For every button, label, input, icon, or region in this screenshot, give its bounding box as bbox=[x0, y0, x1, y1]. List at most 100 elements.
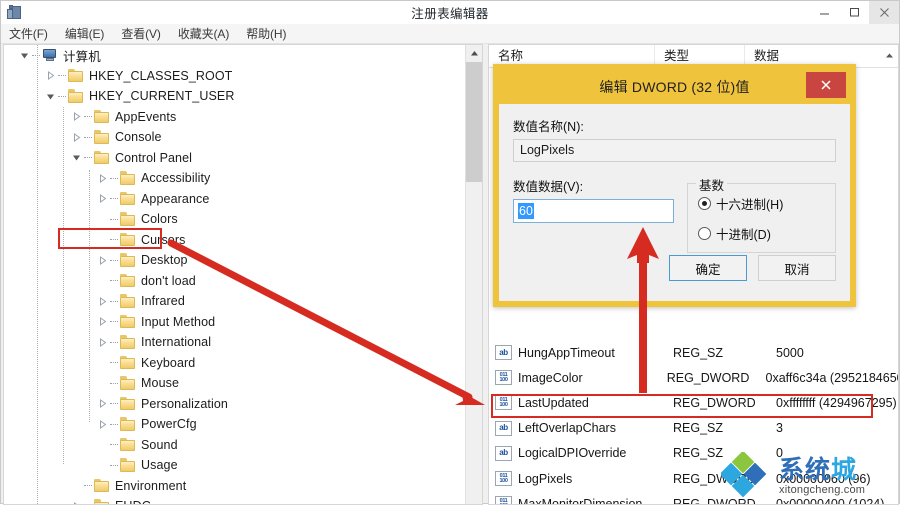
tree-item-personalization[interactable]: Personalization bbox=[4, 394, 465, 415]
radio-hexadecimal[interactable]: 十六进制(H) bbox=[698, 194, 827, 213]
folder-icon bbox=[120, 294, 136, 308]
chevron-right-icon[interactable] bbox=[96, 418, 109, 431]
diamond-logo-icon bbox=[721, 452, 767, 498]
tree-connector bbox=[109, 377, 120, 390]
tree-item-label: Control Panel bbox=[115, 150, 193, 165]
tree-item-control-panel[interactable]: Control Panel bbox=[4, 148, 465, 169]
base-legend: 基数 bbox=[696, 175, 728, 194]
menu-favorites[interactable]: 收藏夹(A) bbox=[178, 25, 230, 42]
chevron-right-icon[interactable] bbox=[70, 131, 83, 144]
tree-item-label: Environment bbox=[115, 478, 187, 493]
value-name-cell: LastUpdated bbox=[518, 395, 589, 410]
tree-item-label: Cursors bbox=[141, 232, 186, 247]
tree-scrollbar-thumb[interactable] bbox=[466, 62, 482, 182]
radio-decimal[interactable]: 十进制(D) bbox=[698, 224, 827, 243]
registry-editor-window: 注册表编辑器 文件(F) 编辑(E) 查看(V) 收藏夹(A) 帮助(H) 计算… bbox=[0, 0, 900, 505]
folder-icon bbox=[120, 396, 136, 411]
tree-item-hkey-current-user[interactable]: HKEY_CURRENT_USER bbox=[4, 86, 465, 107]
value-data-input[interactable]: 60 bbox=[513, 199, 674, 223]
tree-item-label: 计算机 bbox=[63, 49, 101, 64]
tree-item-don-t-load[interactable]: don't load bbox=[4, 271, 465, 292]
value-name-input[interactable]: LogPixels bbox=[513, 139, 836, 162]
value-type-cell: REG_DWORD bbox=[673, 395, 756, 410]
tree-connector bbox=[109, 254, 120, 267]
tree-item-label: Desktop bbox=[141, 253, 188, 268]
watermark-url: xitongcheng.com bbox=[779, 484, 866, 496]
tree-rows: 计算机 HKEY_CLASSES_ROOT HKEY_CURRENT_USER App… bbox=[4, 45, 465, 504]
cancel-button[interactable]: 取消 bbox=[758, 255, 836, 281]
tree-item-international[interactable]: International bbox=[4, 332, 465, 353]
folder-icon bbox=[120, 191, 136, 206]
ok-button[interactable]: 确定 bbox=[669, 255, 747, 281]
chevron-down-icon[interactable] bbox=[44, 90, 57, 103]
tree-item-powercfg[interactable]: PowerCfg bbox=[4, 414, 465, 435]
dialog-title: 编辑 DWORD (32 位)值 bbox=[599, 79, 750, 95]
value-name-cell: ImageColor bbox=[518, 370, 583, 385]
tree-item-mouse[interactable]: Mouse bbox=[4, 373, 465, 394]
string-value-icon: ab bbox=[495, 345, 512, 361]
tree-item-console[interactable]: Console bbox=[4, 127, 465, 148]
folder-icon bbox=[120, 335, 136, 349]
tree-connector bbox=[83, 110, 94, 123]
tree-item-appearance[interactable]: Appearance bbox=[4, 189, 465, 210]
tree-item-infrared[interactable]: Infrared bbox=[4, 291, 465, 312]
menu-view[interactable]: 查看(V) bbox=[121, 25, 161, 42]
chevron-right-icon[interactable] bbox=[96, 172, 109, 185]
chevron-down-icon[interactable] bbox=[18, 49, 31, 62]
scroll-up-arrow-icon[interactable] bbox=[466, 45, 482, 62]
radio-hexadecimal-icon bbox=[698, 197, 711, 210]
folder-icon bbox=[120, 232, 136, 247]
table-row[interactable]: ab HungAppTimeout REG_SZ 5000 bbox=[489, 340, 898, 365]
menu-bar: 文件(F) 编辑(E) 查看(V) 收藏夹(A) 帮助(H) bbox=[1, 24, 899, 44]
value-name-cell: HungAppTimeout bbox=[518, 345, 615, 360]
tree-item-cursors[interactable]: Cursors bbox=[4, 230, 465, 251]
maximize-button[interactable] bbox=[839, 1, 869, 24]
menu-file[interactable]: 文件(F) bbox=[9, 25, 48, 42]
dword-value-icon: 011100 bbox=[495, 370, 512, 386]
tree-item-input-method[interactable]: Input Method bbox=[4, 312, 465, 333]
chevron-right-icon[interactable] bbox=[44, 69, 57, 82]
folder-icon bbox=[120, 458, 136, 472]
folder-icon bbox=[94, 499, 110, 504]
tree-item-label: Console bbox=[115, 130, 162, 145]
folder-icon bbox=[120, 212, 136, 226]
table-row[interactable]: ab LeftOverlapChars REG_SZ 3 bbox=[489, 416, 898, 441]
chevron-right-icon[interactable] bbox=[96, 336, 109, 349]
chevron-right-icon[interactable] bbox=[96, 254, 109, 267]
tree-item-[interactable]: 计算机 bbox=[4, 45, 465, 66]
menu-edit[interactable]: 编辑(E) bbox=[65, 25, 105, 42]
tree-item-colors[interactable]: Colors bbox=[4, 209, 465, 230]
chevron-right-icon[interactable] bbox=[96, 295, 109, 308]
tree-item-desktop[interactable]: Desktop bbox=[4, 250, 465, 271]
chevron-right-icon[interactable] bbox=[96, 397, 109, 410]
table-row[interactable]: 011 100 LastUpdated REG_DWORD 0xffffffff (42… bbox=[489, 390, 898, 415]
tree-connector bbox=[109, 438, 120, 451]
tree-item-usage[interactable]: Usage bbox=[4, 455, 465, 476]
tree-item-keyboard[interactable]: Keyboard bbox=[4, 353, 465, 374]
tree-connector bbox=[83, 151, 94, 164]
chevron-right-icon[interactable] bbox=[70, 500, 83, 504]
minimize-button[interactable] bbox=[809, 1, 839, 24]
radio-hexadecimal-label: 十六进制(H) bbox=[716, 198, 784, 212]
chevron-right-icon[interactable] bbox=[96, 315, 109, 328]
chevron-down-icon[interactable] bbox=[70, 151, 83, 164]
close-button[interactable] bbox=[869, 1, 899, 24]
tree-item-environment[interactable]: Environment bbox=[4, 476, 465, 497]
tree-item-hkey-classes-root[interactable]: HKEY_CLASSES_ROOT bbox=[4, 66, 465, 87]
tree-item-label: Personalization bbox=[141, 396, 228, 411]
dialog-close-button[interactable] bbox=[806, 72, 846, 98]
folder-icon bbox=[120, 253, 136, 267]
menu-help[interactable]: 帮助(H) bbox=[246, 25, 286, 42]
chevron-right-icon[interactable] bbox=[96, 192, 109, 205]
tree-item-sound[interactable]: Sound bbox=[4, 435, 465, 456]
tree-item-accessibility[interactable]: Accessibility bbox=[4, 168, 465, 189]
chevron-up-icon[interactable] bbox=[883, 49, 895, 61]
chevron-right-icon[interactable] bbox=[70, 110, 83, 123]
tree-item-eudc[interactable]: EUDC bbox=[4, 496, 465, 504]
table-row[interactable]: 011 100 ImageColor REG_DWORD 0xaff6c34a (295… bbox=[489, 365, 898, 390]
tree-item-label: HKEY_CLASSES_ROOT bbox=[89, 68, 233, 83]
tree-item-appevents[interactable]: AppEvents bbox=[4, 107, 465, 128]
tree-scrollbar[interactable] bbox=[465, 45, 482, 504]
